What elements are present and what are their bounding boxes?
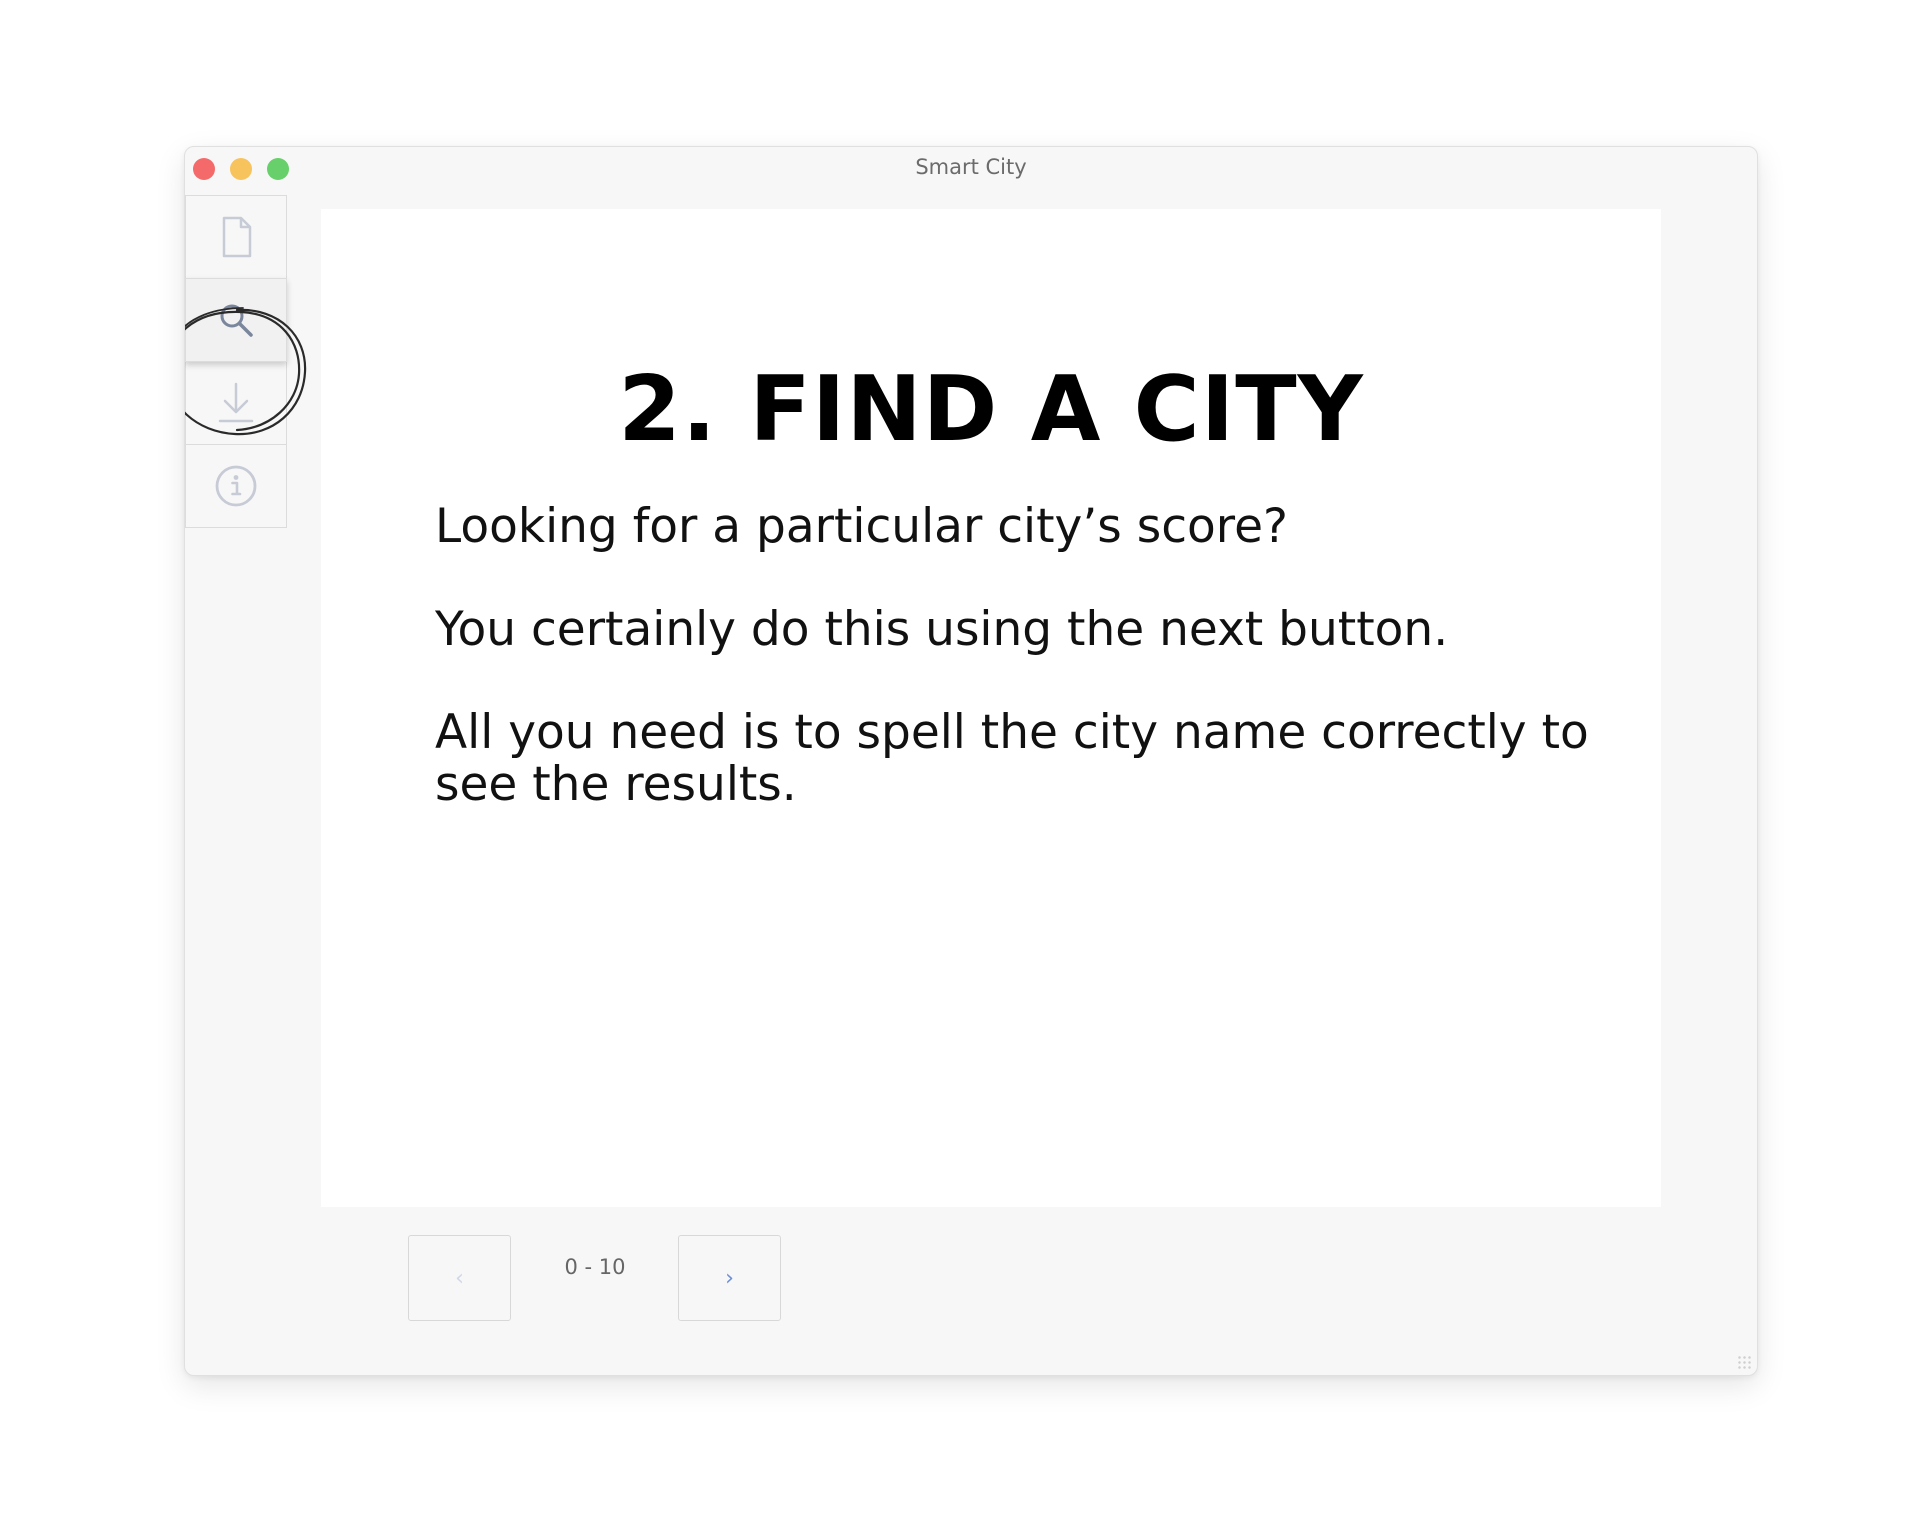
search-icon [216,300,256,340]
chevron-left-icon: ‹ [455,1265,464,1291]
sidebar-item-download[interactable] [185,361,287,445]
instruction-paragraph: You certainly do this using the next but… [435,602,1449,657]
app-window: Smart City 2. FIND A CITY Looking for a … [184,146,1758,1376]
next-page-button[interactable]: › [678,1235,781,1321]
title-bar[interactable]: Smart City [185,147,1757,187]
sidebar [185,195,307,528]
info-icon [213,463,259,509]
page-range-label: 0 - 10 [564,1255,626,1279]
previous-page-button[interactable]: ‹ [408,1235,511,1321]
download-icon [216,381,256,425]
resize-grip[interactable] [1737,1355,1751,1369]
page-title: 2. FIND A CITY [618,357,1364,462]
sidebar-item-search[interactable] [185,278,287,362]
window-title: Smart City [915,155,1027,179]
sidebar-item-info[interactable] [185,444,287,528]
pagination: ‹ 0 - 10 › [185,1235,1757,1325]
intro-paragraph: Looking for a particular city’s score? [435,499,1288,554]
document-icon [216,215,256,259]
content-panel: 2. FIND A CITY Looking for a particular … [321,209,1661,1207]
spelling-paragraph: All you need is to spell the city name c… [435,705,1589,812]
chevron-right-icon: › [725,1265,734,1291]
sidebar-item-document[interactable] [185,195,287,279]
